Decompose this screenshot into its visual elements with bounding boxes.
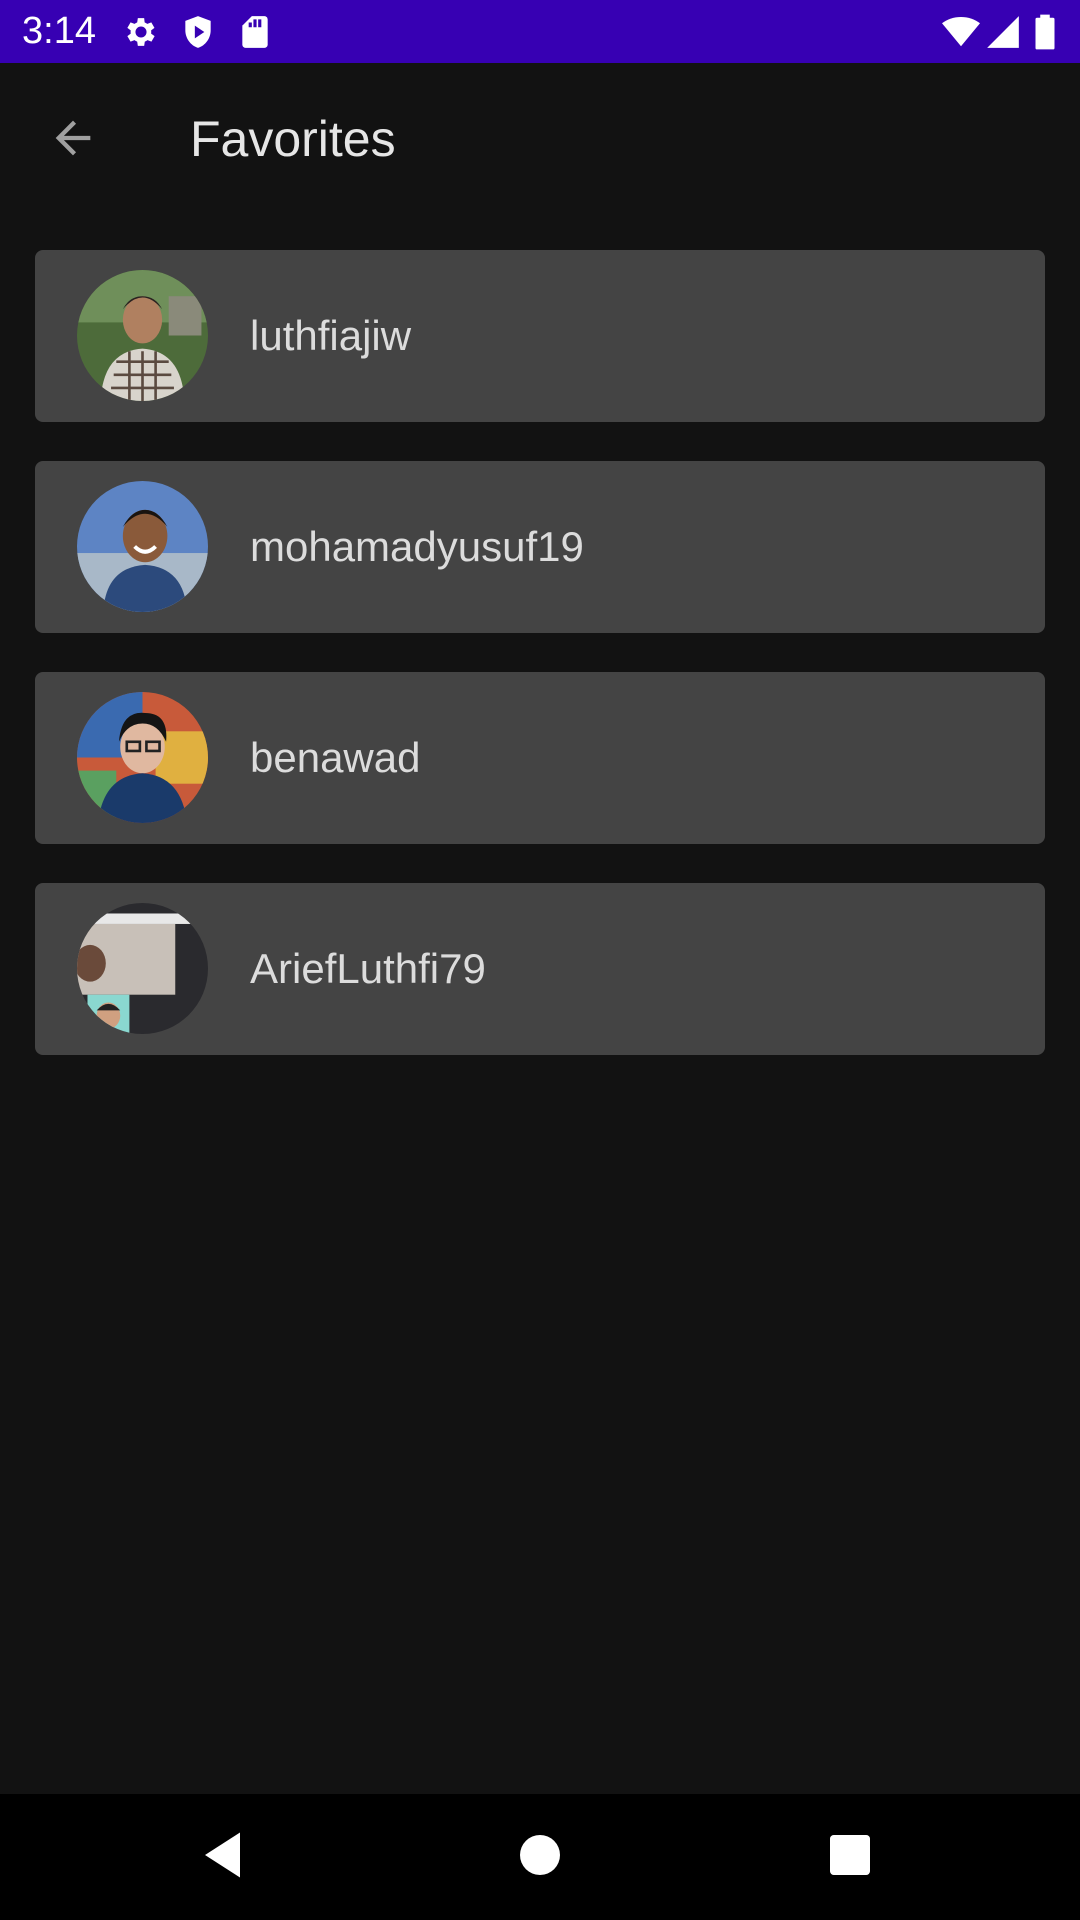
home-circle-icon [510,1825,570,1890]
nav-recents-button[interactable] [815,1822,885,1892]
signal-icon [984,13,1022,51]
wifi-icon [942,13,980,51]
settings-icon [122,13,160,51]
system-navigation-bar [0,1794,1080,1920]
back-triangle-icon [195,1825,255,1890]
avatar [77,481,208,612]
list-item[interactable]: mohamadyusuf19 [35,461,1045,633]
avatar [77,270,208,401]
avatar [77,903,208,1034]
page-title: Favorites [190,111,396,167]
app-bar: Favorites [0,63,1080,210]
recents-square-icon [820,1825,880,1890]
play-protect-icon [179,13,217,51]
status-time: 3:14 [22,10,96,52]
sd-card-icon [236,13,274,51]
avatar [77,692,208,823]
arrow-back-icon [47,112,99,169]
favorites-list: luthfiajiw mohamadyusuf19 benawad AriefL… [35,250,1045,1094]
username: luthfiajiw [250,312,412,359]
username: mohamadyusuf19 [250,523,584,570]
status-bar: 3:14 [0,0,1080,63]
list-item[interactable]: AriefLuthfi79 [35,883,1045,1055]
username: AriefLuthfi79 [250,945,486,992]
list-item[interactable]: benawad [35,672,1045,844]
battery-icon [1030,13,1060,51]
list-item[interactable]: luthfiajiw [35,250,1045,422]
back-button[interactable] [36,103,110,177]
username: benawad [250,734,421,781]
nav-home-button[interactable] [505,1822,575,1892]
nav-back-button[interactable] [190,1822,260,1892]
